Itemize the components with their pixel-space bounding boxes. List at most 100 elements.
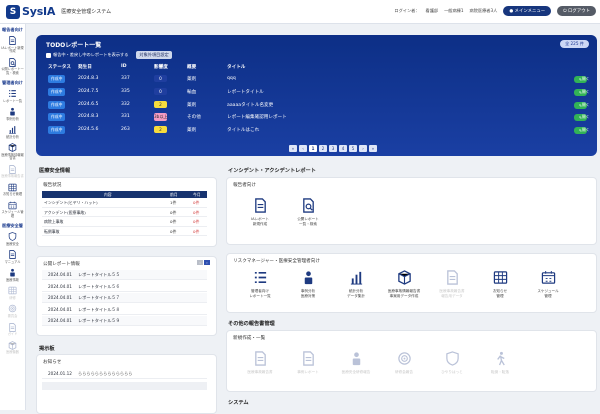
sidebar-item[interactable]: 事例分析 bbox=[0, 105, 25, 123]
incident-section-title: インシデント・アクシデントレポート bbox=[228, 168, 316, 174]
row-id: 337 bbox=[121, 76, 130, 81]
tile-label: 転倒・転落 bbox=[491, 370, 509, 375]
todo-filter[interactable]: 報告中・差戻し中のレポートを表示する 対象外項目設定 bbox=[46, 51, 172, 59]
row-title: レポートタイトル bbox=[227, 89, 264, 95]
sidebar-item[interactable]: 公開レポート一覧・検索 bbox=[0, 56, 25, 78]
row-date: 2024.6.5 bbox=[78, 101, 99, 107]
sidebar: 報告者向け IAレポート新規作成 公開レポート一覧・検索 管理者向け レポート一覧 事例分… bbox=[0, 24, 26, 410]
sidebar-item[interactable]: IAレポート新規作成 bbox=[0, 34, 25, 56]
next-page-button[interactable]: › bbox=[204, 260, 210, 265]
sidebar-item[interactable]: 医療事故 bbox=[0, 266, 25, 284]
report-status-row: インシデント(ヒヤリ・ハット) 1件 0件 bbox=[42, 199, 207, 208]
open-button[interactable]: ✎ 開く bbox=[573, 101, 590, 109]
pager-button[interactable]: 1 bbox=[309, 145, 317, 152]
pager-button[interactable]: 4 bbox=[339, 145, 347, 152]
sidebar-item[interactable]: 統計分析 bbox=[0, 123, 25, 141]
menu-tile[interactable]: 事例レポート bbox=[285, 351, 331, 375]
pager-button[interactable]: « bbox=[289, 145, 297, 152]
pager-button[interactable]: ‹ bbox=[299, 145, 307, 152]
sidebar-item-label: IAレポート新規作成 bbox=[1, 45, 24, 54]
exclude-settings-button[interactable]: 対象外項目設定 bbox=[136, 51, 172, 59]
menu-tile[interactable]: 医療事故報告書 報告用データ bbox=[429, 270, 475, 298]
public-report-row[interactable]: 2024.04.01 レポートタイトル５９ bbox=[42, 316, 207, 326]
menu-tile[interactable]: 転倒・転落 bbox=[477, 351, 523, 375]
sidebar-item[interactable]: 医療事故情報報告書 bbox=[0, 141, 25, 163]
system-name: 医療安全管理システム bbox=[61, 9, 112, 15]
logo-mark: S bbox=[6, 4, 20, 19]
sidebar-item-label: 医療安全 bbox=[6, 241, 19, 246]
open-label: 開く bbox=[582, 114, 590, 120]
open-button[interactable]: ✎ 開く bbox=[573, 76, 590, 83]
menu-tile[interactable]: 管理者向け レポート一覧 bbox=[237, 270, 283, 298]
menu-tile[interactable]: ひやりはっと bbox=[429, 351, 475, 375]
reporter-card: 報告者向け IAレポート 新規作成 公開レポート 一覧・検索 bbox=[226, 177, 597, 245]
sidebar-item-label: 医療事故報告書 bbox=[1, 174, 24, 179]
sidebar-item[interactable]: お知らせ管理 bbox=[0, 181, 25, 199]
sidebar-item[interactable]: 研修 bbox=[0, 284, 25, 302]
todo-row[interactable]: 作成中 2024.6.5 332 2 薬剤 aaaaaタイトル名変更 ✎ 開く bbox=[48, 100, 593, 112]
menu-tile[interactable]: 医療事故報告書 bbox=[237, 351, 283, 375]
menu-tile[interactable]: 医療安全研修報告 bbox=[333, 351, 379, 375]
logout-button[interactable]: ⏻ ログアウト bbox=[557, 6, 596, 16]
report-type: 転倒事故 bbox=[44, 228, 60, 234]
sidebar-item[interactable]: ガイド bbox=[0, 321, 25, 339]
level-badge: 2 bbox=[154, 100, 167, 108]
row-type: その他 bbox=[187, 115, 201, 121]
menu-tile[interactable]: 研修会報告 bbox=[381, 351, 427, 375]
pager-button[interactable]: 3 bbox=[329, 145, 337, 152]
report-cur: 0件 bbox=[193, 200, 200, 205]
menu-tile[interactable]: 統計分析 データ集計 bbox=[333, 270, 379, 298]
status-badge: 作成中 bbox=[48, 113, 66, 122]
filter-checkbox[interactable] bbox=[46, 52, 51, 58]
sidebar-item[interactable]: スケジュール管理 bbox=[0, 199, 25, 221]
filter-label: 報告中・差戻し中のレポートを表示する bbox=[53, 52, 129, 57]
todo-row[interactable]: 作成中 2024.8.3 337 0 薬剤 qqq ✎ 開く bbox=[48, 75, 593, 86]
doc-icon bbox=[301, 351, 316, 370]
status-badge: 作成中 bbox=[48, 126, 66, 135]
main-menu-button[interactable]: ● メインメニュー bbox=[503, 6, 552, 16]
list-icon bbox=[253, 270, 268, 289]
public-report-row[interactable]: 2024.04.01 レポートタイトル５６ bbox=[42, 281, 207, 292]
tile-label: 医療事故報告書 報告用データ bbox=[439, 289, 465, 298]
sidebar-item-label: 事例分析 bbox=[6, 116, 19, 121]
login-dept: 一般病棟1 bbox=[444, 8, 464, 13]
open-button[interactable]: ✎ 開く bbox=[573, 114, 590, 122]
todo-row[interactable]: 作成中 2024.8.3 331 3b以上 その他 レポート編集確認用レポート … bbox=[48, 113, 593, 124]
menu-tile[interactable]: スケジュール 管理 bbox=[525, 270, 571, 298]
main-menu-label: メインメニュー bbox=[514, 9, 546, 14]
prev-page-button[interactable]: ‹ bbox=[197, 260, 203, 265]
open-button[interactable]: ✎ 開く bbox=[573, 127, 590, 135]
pager-button[interactable]: 2 bbox=[319, 145, 327, 152]
menu-tile[interactable]: IAレポート 新規作成 bbox=[237, 198, 283, 226]
board-section-title: 掲示板 bbox=[39, 346, 55, 352]
open-button[interactable]: ✎ 開く bbox=[573, 88, 590, 96]
pager-button[interactable]: 5 bbox=[349, 145, 357, 152]
pager-button[interactable]: » bbox=[369, 145, 377, 152]
report-status-row: 転倒事故 0件 0件 bbox=[42, 228, 207, 236]
sidebar-item[interactable]: レポート一覧 bbox=[0, 87, 25, 105]
public-report-row[interactable]: 2024.04.01 レポートタイトル５５ bbox=[42, 270, 207, 280]
sidebar-item[interactable]: 医療事故報告書 bbox=[0, 163, 25, 181]
row-title: aaaaaタイトル名変更 bbox=[227, 102, 274, 108]
row-date: 2024.8.3 bbox=[78, 76, 99, 81]
pager-button[interactable]: › bbox=[359, 145, 367, 152]
menu-tile[interactable]: お知らせ 管理 bbox=[477, 270, 523, 298]
person-icon bbox=[349, 351, 364, 370]
app-logo[interactable]: S SysIA bbox=[6, 4, 56, 19]
sidebar-item[interactable]: 医療機器 bbox=[0, 339, 25, 357]
public-report-row[interactable]: 2024.04.01 レポートタイトル５８ bbox=[42, 304, 207, 315]
sidebar-item[interactable]: 委員会 bbox=[0, 302, 25, 320]
menu-tile[interactable]: 事例分析 医療対策 bbox=[285, 270, 331, 298]
menu-tile[interactable]: 公開レポート 一覧・検索 bbox=[285, 198, 331, 226]
sidebar-item[interactable]: マニュアル bbox=[0, 248, 25, 266]
todo-row[interactable]: 作成中 2024.7.5 335 0 輸血 レポートタイトル ✎ 開く bbox=[48, 87, 593, 99]
notice-title: お知らせ bbox=[43, 360, 62, 365]
todo-row[interactable]: 作成中 2024.5.6 263 2 薬剤 タイトルはこれ ✎ 開く bbox=[48, 126, 593, 137]
public-report-row[interactable]: 2024.04.01 レポートタイトル５７ bbox=[42, 293, 207, 303]
menu-tile[interactable]: 医療事故情報報告書 事案用データ作成 bbox=[381, 270, 427, 298]
other-card: 新規作成・一覧 医療事故報告書 事例レポート 医療安全研修報告 研修会報告 ひや… bbox=[226, 330, 597, 392]
report-status-row: アクシデント(医療事故) 0件 0件 bbox=[42, 209, 207, 217]
sidebar-item[interactable]: 医療安全 bbox=[0, 230, 25, 248]
notice-row[interactable]: 2024.01.12 ららららららららららららら bbox=[42, 369, 207, 379]
logo-text: SysIA bbox=[22, 5, 56, 18]
